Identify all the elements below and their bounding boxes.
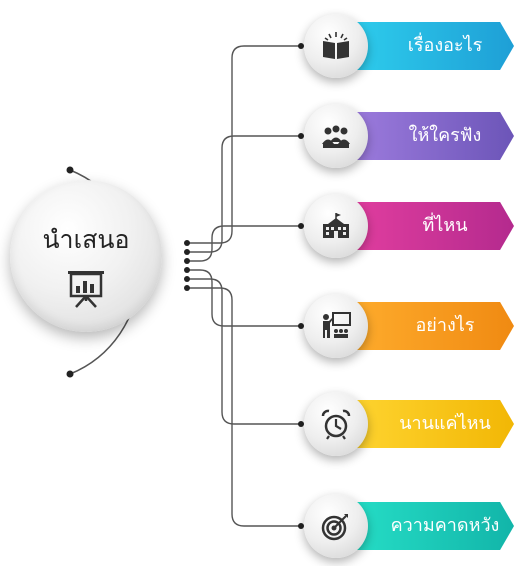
wire-start-dot-4	[184, 267, 190, 273]
step-label: ความคาดหวัง	[390, 515, 500, 536]
audience-group-icon	[322, 125, 350, 148]
icon-circle	[304, 104, 368, 168]
step-how[interactable]: อย่างไร	[0, 288, 514, 364]
step-what[interactable]: เรื่องอะไร	[0, 8, 514, 84]
hub-arc-bottom-dot	[66, 370, 74, 378]
wire-start-dot-5	[184, 276, 190, 282]
step-label: ที่ไหน	[422, 215, 468, 236]
step-label: เรื่องอะไร	[407, 35, 483, 56]
open-book-icon	[323, 32, 349, 59]
alarm-clock-icon	[321, 409, 351, 440]
step-label: อย่างไร	[415, 315, 475, 336]
icon-circle	[304, 494, 368, 558]
step-label: นานแค่ไหน	[399, 413, 491, 434]
step-where[interactable]: ที่ไหน	[0, 188, 514, 264]
school-building-icon	[323, 213, 349, 238]
step-who[interactable]: ให้ใครฟัง	[0, 98, 514, 174]
icon-circle	[304, 392, 368, 456]
step-expectation[interactable]: ความคาดหวัง	[0, 488, 514, 564]
icon-circle	[304, 294, 368, 358]
icon-circle	[304, 194, 368, 258]
teacher-board-icon	[323, 312, 351, 338]
target-icon	[321, 514, 348, 541]
step-how-long[interactable]: นานแค่ไหน	[0, 386, 514, 462]
step-label: ให้ใครฟัง	[408, 125, 482, 146]
icon-circle	[304, 14, 368, 78]
